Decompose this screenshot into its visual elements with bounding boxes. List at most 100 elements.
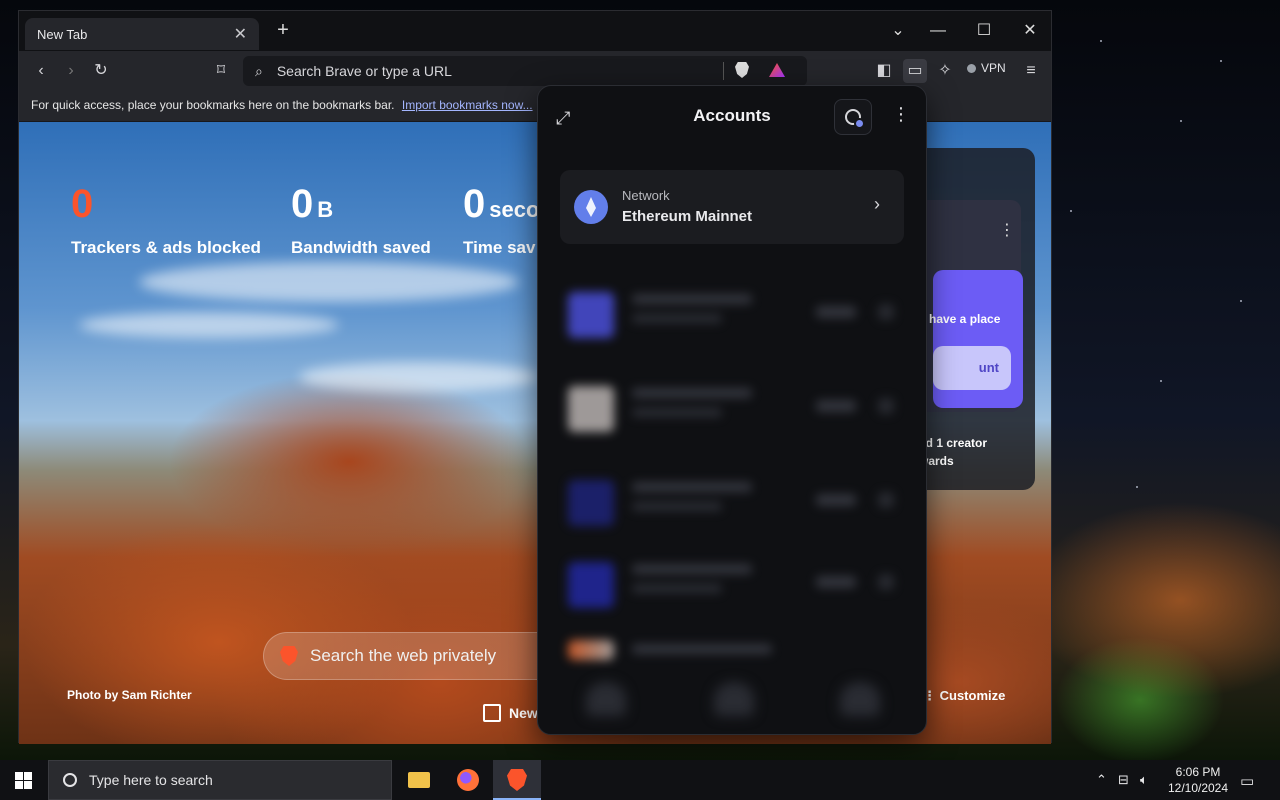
notifications-icon[interactable]: ▭ <box>1240 772 1254 790</box>
blurred-text <box>632 644 772 654</box>
connected-sites-button[interactable] <box>834 99 872 135</box>
bandwidth-unit: B <box>317 197 334 222</box>
more-icon[interactable]: ⋮ <box>999 220 1015 240</box>
maximize-button[interactable]: ☐ <box>969 19 999 43</box>
chevron-up-icon[interactable]: ⌃ <box>1096 772 1107 788</box>
blurred-account-row[interactable] <box>562 634 902 674</box>
blurred-text <box>632 482 752 492</box>
star <box>1070 210 1072 212</box>
ntp-search-placeholder: Search the web privately <box>310 646 497 665</box>
blurred-account-row[interactable] <box>562 472 902 542</box>
system-clock[interactable]: 6:06 PM 12/10/2024 <box>1160 764 1236 796</box>
blurred-text <box>632 564 752 574</box>
tab-strip: New Tab ✕ + ⌄ — ☐ ✕ <box>19 11 1051 51</box>
firefox-button[interactable] <box>444 760 492 800</box>
account-avatar <box>568 640 614 660</box>
leo-ai-icon[interactable]: ✧ <box>933 59 957 83</box>
import-bookmarks-link[interactable]: Import bookmarks now... <box>402 98 533 112</box>
news-icon <box>483 704 501 722</box>
blurred-text <box>816 306 856 318</box>
blurred-nav-icon[interactable] <box>840 682 880 716</box>
ntp-search-box[interactable]: Search the web privately <box>263 632 563 680</box>
forward-icon[interactable]: › <box>59 59 83 83</box>
ethereum-icon <box>574 190 608 224</box>
trackers-label: Trackers & ads blocked <box>71 238 261 257</box>
time-saved-label: Time sav <box>463 238 536 257</box>
wallet-panel: ⤢ Accounts ⋮ Network Ethereum Mainnet › <box>537 85 927 735</box>
new-tab-button[interactable]: + <box>271 19 295 43</box>
blurred-nav-icon[interactable] <box>586 682 626 716</box>
brave-icon <box>507 769 527 791</box>
rewards-footer: ed 1 creator wards <box>919 434 987 470</box>
blurred-text <box>632 294 752 304</box>
blurred-text <box>632 584 722 593</box>
blurred-text <box>632 502 722 511</box>
customize-button[interactable]: ⋮ Customize <box>923 688 1005 704</box>
folder-icon <box>408 772 430 788</box>
blurred-account-row[interactable] <box>562 284 902 354</box>
cloud <box>79 312 339 338</box>
wallet-icon[interactable]: ▭ <box>903 59 927 83</box>
trackers-count: 0 <box>71 182 94 226</box>
tab-new-tab[interactable]: New Tab ✕ <box>25 18 259 50</box>
brave-button[interactable] <box>493 760 541 800</box>
stat-trackers: 0 Trackers & ads blocked <box>71 182 261 258</box>
star <box>1160 380 1162 382</box>
close-window-button[interactable]: ✕ <box>1015 19 1045 43</box>
address-bar[interactable]: ⌕ Search Brave or type a URL <box>243 56 807 86</box>
blurred-icon <box>878 398 894 414</box>
rewards-promo: unt <box>933 270 1023 408</box>
address-placeholder: Search Brave or type a URL <box>276 63 452 79</box>
time-saved-unit: seco <box>489 197 540 222</box>
back-icon[interactable]: ‹ <box>29 59 53 83</box>
bandwidth-label: Bandwidth saved <box>291 238 431 257</box>
firefox-icon <box>457 769 479 791</box>
blurred-nav-icon[interactable] <box>714 682 754 716</box>
brave-shields-icon[interactable] <box>735 62 749 78</box>
customize-label: Customize <box>939 688 1006 703</box>
taskbar: Type here to search ⌃ ⊟ 🔈︎ 6:06 PM 12/10… <box>0 760 1280 800</box>
reload-icon[interactable]: ↻ <box>89 59 113 83</box>
taskbar-search[interactable]: Type here to search <box>48 760 392 800</box>
bookmark-icon[interactable]: ⌑ <box>209 59 233 83</box>
minimize-button[interactable]: — <box>923 19 953 43</box>
clock-time: 6:06 PM <box>1175 765 1221 779</box>
blurred-icon <box>878 574 894 590</box>
star <box>1136 486 1138 488</box>
rewards-connect-button[interactable]: unt <box>933 346 1011 390</box>
time-saved-value: 0 <box>463 182 486 226</box>
account-avatar <box>568 562 614 608</box>
vpn-button[interactable]: VPN <box>967 61 1006 75</box>
account-avatar <box>568 386 614 432</box>
stat-time-saved: 0 seco Time sav <box>463 182 539 258</box>
blurred-account-row[interactable] <box>562 554 902 624</box>
chevron-right-icon: › <box>874 194 880 214</box>
news-button[interactable]: New <box>483 704 538 722</box>
blurred-text <box>816 576 856 588</box>
news-label: New <box>509 705 538 721</box>
blurred-text <box>632 314 722 323</box>
tab-search-chevron-icon[interactable]: ⌄ <box>883 19 913 43</box>
network-selector[interactable]: Network Ethereum Mainnet › <box>560 170 904 244</box>
tab-title: New Tab <box>37 26 88 42</box>
volume-muted-icon[interactable]: 🔈︎ <box>1140 772 1148 788</box>
close-icon[interactable]: ✕ <box>234 24 247 44</box>
vpn-label: VPN <box>981 61 1006 75</box>
blurred-account-row[interactable] <box>562 378 902 448</box>
menu-icon[interactable]: ≡ <box>1019 59 1043 83</box>
windows-start-icon[interactable] <box>15 772 32 789</box>
photo-credit[interactable]: Photo by Sam Richter <box>67 688 192 702</box>
brave-lion-icon <box>280 646 298 666</box>
blurred-text <box>632 408 722 417</box>
blurred-icon <box>878 492 894 508</box>
bookmarks-message: For quick access, place your bookmarks h… <box>31 98 395 112</box>
bandwidth-value: 0 <box>291 182 314 226</box>
network-icon[interactable]: ⊟ <box>1118 772 1129 788</box>
account-avatar <box>568 292 614 338</box>
rewards-footer-line2: wards <box>919 454 954 468</box>
stat-bandwidth: 0B Bandwidth saved <box>291 182 431 258</box>
file-explorer-button[interactable] <box>396 760 444 800</box>
more-options-icon[interactable]: ⋮ <box>892 104 910 125</box>
sidebar-icon[interactable]: ◧ <box>872 59 896 83</box>
brave-rewards-icon[interactable] <box>769 63 785 77</box>
